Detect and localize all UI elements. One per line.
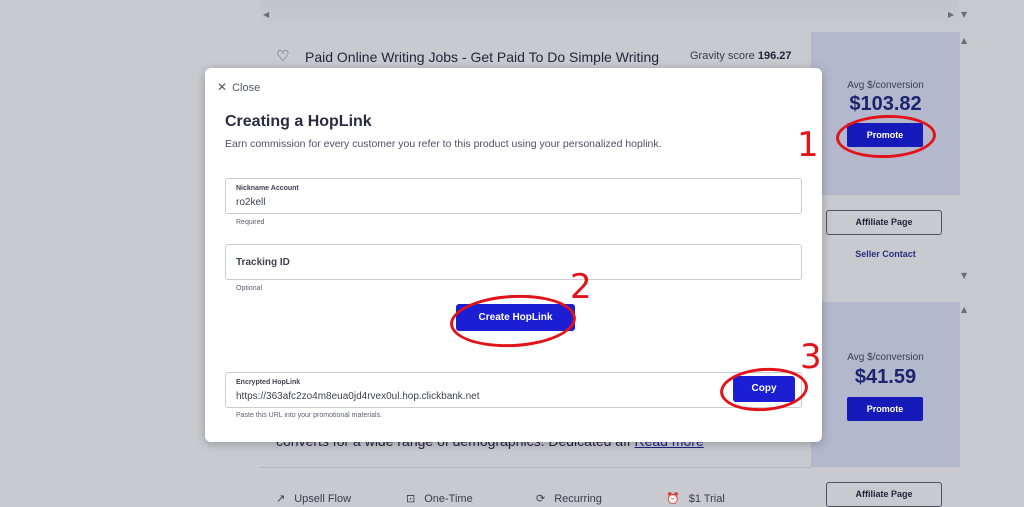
promote-button[interactable]: Promote xyxy=(847,397,923,421)
feature-one-time: ⊡ One-Time xyxy=(406,492,473,505)
tracking-id-field[interactable]: Tracking ID xyxy=(225,244,802,280)
feature-recurring: ⟳ Recurring xyxy=(536,492,602,505)
heart-icon[interactable]: ♡ xyxy=(276,47,289,65)
scroll-right-icon[interactable]: ▶ xyxy=(948,10,954,19)
annotation-number-3: 3 xyxy=(800,337,822,377)
vertical-scrollbar[interactable]: ▼ ▲ ▼ ▲ xyxy=(958,0,972,507)
annotation-number-1: 1 xyxy=(797,125,819,165)
horizontal-scrollbar[interactable]: ◀ ▶ xyxy=(260,10,960,22)
gravity-value: 196.27 xyxy=(757,50,792,62)
feature-trial: ⏰ $1 Trial xyxy=(666,492,725,505)
dollar-box-icon: ⊡ xyxy=(406,492,416,505)
feature-label: One-Time xyxy=(424,493,473,505)
scroll-down-icon[interactable]: ▼ xyxy=(961,10,967,19)
nickname-label: Nickname Account xyxy=(236,185,299,192)
page-background-right xyxy=(975,0,1024,507)
avg-conversion-label: Avg $/conversion xyxy=(847,352,924,363)
affiliate-page-button[interactable]: Affiliate Page xyxy=(826,210,942,235)
scroll-up-icon[interactable]: ▲ xyxy=(961,305,967,314)
feature-label: Upsell Flow xyxy=(294,493,352,505)
scroll-up-icon[interactable]: ▲ xyxy=(961,36,967,45)
tracking-id-placeholder: Tracking ID xyxy=(236,257,290,268)
modal-title: Creating a HopLink xyxy=(225,113,372,130)
nickname-value[interactable]: ro2kell xyxy=(236,197,265,208)
encrypted-hoplink-hint: Paste this URL into your promotional mat… xyxy=(236,412,383,419)
product-side-panel: Avg $/conversion $103.82 Promote xyxy=(811,32,960,194)
gravity-label: Gravity score xyxy=(690,50,755,62)
feature-label: $1 Trial xyxy=(688,493,725,505)
feature-label: Recurring xyxy=(554,493,602,505)
avg-conversion-label: Avg $/conversion xyxy=(847,80,924,91)
product-side-actions: Affiliate Page Seller Contact xyxy=(811,194,960,292)
avg-conversion-value: $41.59 xyxy=(854,366,917,388)
encrypted-hoplink-field[interactable]: Encrypted HopLink https://363afc2zo4m8eu… xyxy=(225,372,802,408)
modal-subtitle: Earn commission for every customer you r… xyxy=(225,138,662,150)
encrypted-hoplink-value[interactable]: https://363afc2zo4m8eua0jd4rvex0ul.hop.c… xyxy=(236,391,480,402)
scroll-left-icon[interactable]: ◀ xyxy=(263,10,269,19)
seller-contact-link[interactable]: Seller Contact xyxy=(811,249,960,259)
encrypted-hoplink-label: Encrypted HopLink xyxy=(236,379,301,386)
affiliate-page-button[interactable]: Affiliate Page xyxy=(826,482,942,507)
tracking-id-hint: Optional xyxy=(236,285,263,292)
close-label[interactable]: Close xyxy=(232,82,260,94)
feature-upsell: ↗ Upsell Flow xyxy=(276,492,351,505)
annotation-number-2: 2 xyxy=(570,267,592,307)
product-side-panel: Avg $/conversion $41.59 Promote xyxy=(811,302,960,467)
gravity-score: Gravity score 196.27 xyxy=(690,50,792,62)
recurring-icon: ⟳ xyxy=(536,492,546,505)
scroll-down-icon[interactable]: ▼ xyxy=(961,271,967,280)
nickname-hint: Required xyxy=(236,219,265,226)
nickname-field[interactable]: Nickname Account ro2kell xyxy=(225,178,802,214)
trend-up-icon: ↗ xyxy=(276,492,286,505)
close-icon[interactable]: ✕ xyxy=(217,80,227,94)
avg-conversion-value: $103.82 xyxy=(849,93,922,115)
close-button[interactable]: ✕ Close xyxy=(217,80,260,94)
alarm-clock-icon: ⏰ xyxy=(666,492,680,505)
